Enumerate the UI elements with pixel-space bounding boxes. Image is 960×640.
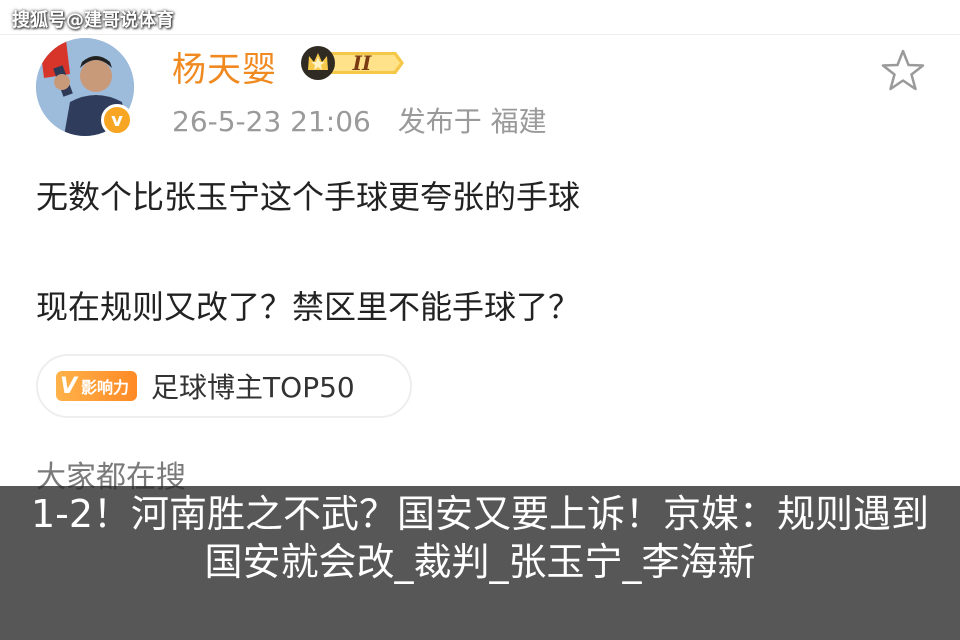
v-icon: V (60, 373, 78, 399)
watermark: 搜狐号@建哥说体育 (12, 10, 174, 31)
star-icon[interactable] (880, 48, 926, 94)
divider (0, 34, 960, 35)
vip-level: II (352, 51, 372, 75)
post-timestamp: 26-5-23 21:06 (172, 105, 371, 138)
post-location: 发布于 福建 (397, 105, 547, 138)
vip-crown-icon: II (301, 46, 404, 80)
caption-overlay: 1-2！河南胜之不武？国安又要上诉！京媒：规则遇到国安就会改_裁判_张玉宁_李海… (0, 486, 960, 640)
verified-icon: v (101, 104, 133, 136)
influence-tag[interactable]: V 影响力 足球博主TOP50 (36, 354, 412, 418)
post-text-line-2: 现在规则又改了？禁区里不能手球了？ (36, 288, 581, 326)
username[interactable]: 杨天婴 (172, 42, 277, 91)
post-meta: 26-5-23 21:06 发布于 福建 (172, 100, 565, 140)
influence-label: 足球博主TOP50 (151, 371, 355, 404)
caption-text: 1-2！河南胜之不武？国安又要上诉！京媒：规则遇到国安就会改_裁判_张玉宁_李海… (30, 492, 930, 584)
influence-badge-text: 影响力 (81, 378, 130, 397)
influence-badge: V 影响力 (56, 371, 138, 401)
post-text-line-1: 无数个比张玉宁这个手球更夸张的手球 (36, 178, 581, 216)
